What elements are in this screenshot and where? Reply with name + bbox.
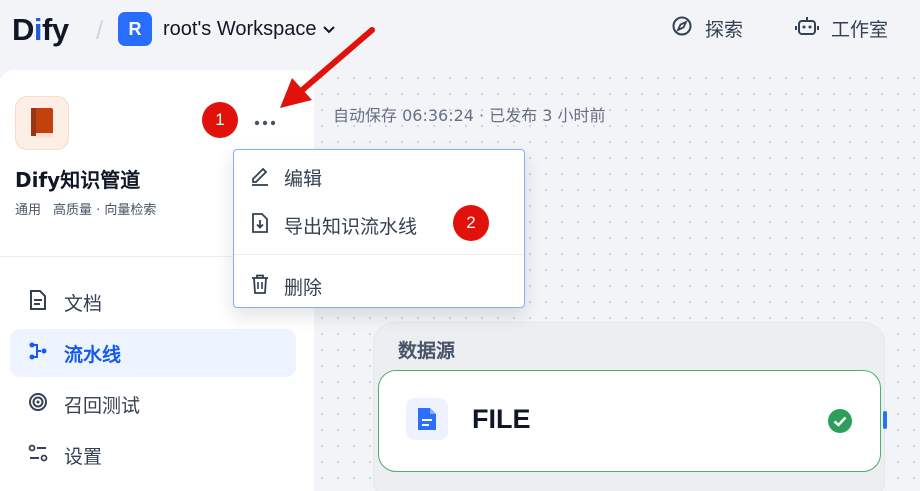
file-node-label: FILE	[472, 404, 531, 434]
more-options-button[interactable]	[248, 110, 282, 136]
pencil-icon	[249, 164, 284, 191]
tag-indexing: 高质量 · 向量检索	[53, 203, 157, 218]
settings-icon	[28, 443, 64, 468]
robot-icon	[795, 15, 831, 42]
knowledge-name: Dify知识管道	[15, 168, 141, 192]
workspace-avatar: R	[118, 12, 152, 46]
chevron-down-icon	[322, 20, 336, 39]
sidebar-item-label: 设置	[64, 445, 103, 468]
annotation-step-2: 2	[453, 205, 489, 241]
menu-divider	[234, 254, 524, 255]
menu-item-label: 导出知识流水线	[284, 215, 418, 238]
compass-icon	[671, 15, 705, 42]
sidebar-item-label: 文档	[64, 292, 103, 315]
sidebar-menu: 文档 流水线 召回测试 设置	[10, 278, 296, 482]
success-check-icon	[828, 409, 852, 437]
nav-explore[interactable]: 探索	[671, 15, 743, 42]
nav-studio[interactable]: 工作室	[795, 15, 888, 42]
workspace-switcher[interactable]: R root's Workspace	[118, 11, 336, 47]
sidebar-item-pipeline[interactable]: 流水线	[10, 329, 296, 377]
sidebar-item-label: 流水线	[64, 343, 122, 366]
workspace-name: root's Workspace	[163, 17, 317, 40]
sidebar-item-settings[interactable]: 设置	[10, 431, 296, 479]
knowledge-tags: 通用 高质量 · 向量检索	[15, 199, 156, 218]
nav-explore-label: 探索	[705, 19, 744, 41]
node-output-port[interactable]	[883, 411, 887, 429]
export-icon	[249, 212, 284, 239]
menu-item-edit[interactable]: 编辑	[234, 155, 524, 199]
book-icon	[15, 96, 69, 150]
sidebar-item-retrieval-test[interactable]: 召回测试	[10, 380, 296, 428]
file-icon	[406, 398, 448, 440]
document-icon	[28, 289, 64, 316]
pipeline-icon	[28, 341, 64, 366]
nav-studio-label: 工作室	[831, 19, 889, 41]
trash-icon	[249, 273, 284, 300]
target-icon	[28, 392, 64, 417]
menu-item-label: 编辑	[284, 167, 323, 190]
tag-general: 通用	[15, 203, 42, 218]
menu-item-delete[interactable]: 删除	[234, 264, 524, 308]
top-bar: Dify / R root's Workspace 探索 工作室	[0, 0, 920, 62]
autosave-status: 自动保存 06:36:24 · 已发布 3 小时前	[333, 106, 606, 125]
sidebar-item-label: 召回测试	[64, 394, 141, 417]
datasource-node-title: 数据源	[398, 340, 456, 362]
file-datasource-node[interactable]	[378, 370, 881, 472]
annotation-step-1: 1	[202, 102, 238, 138]
breadcrumb-separator: /	[96, 15, 104, 45]
dify-logo[interactable]: Dify	[12, 12, 69, 48]
menu-item-label: 删除	[284, 276, 323, 299]
